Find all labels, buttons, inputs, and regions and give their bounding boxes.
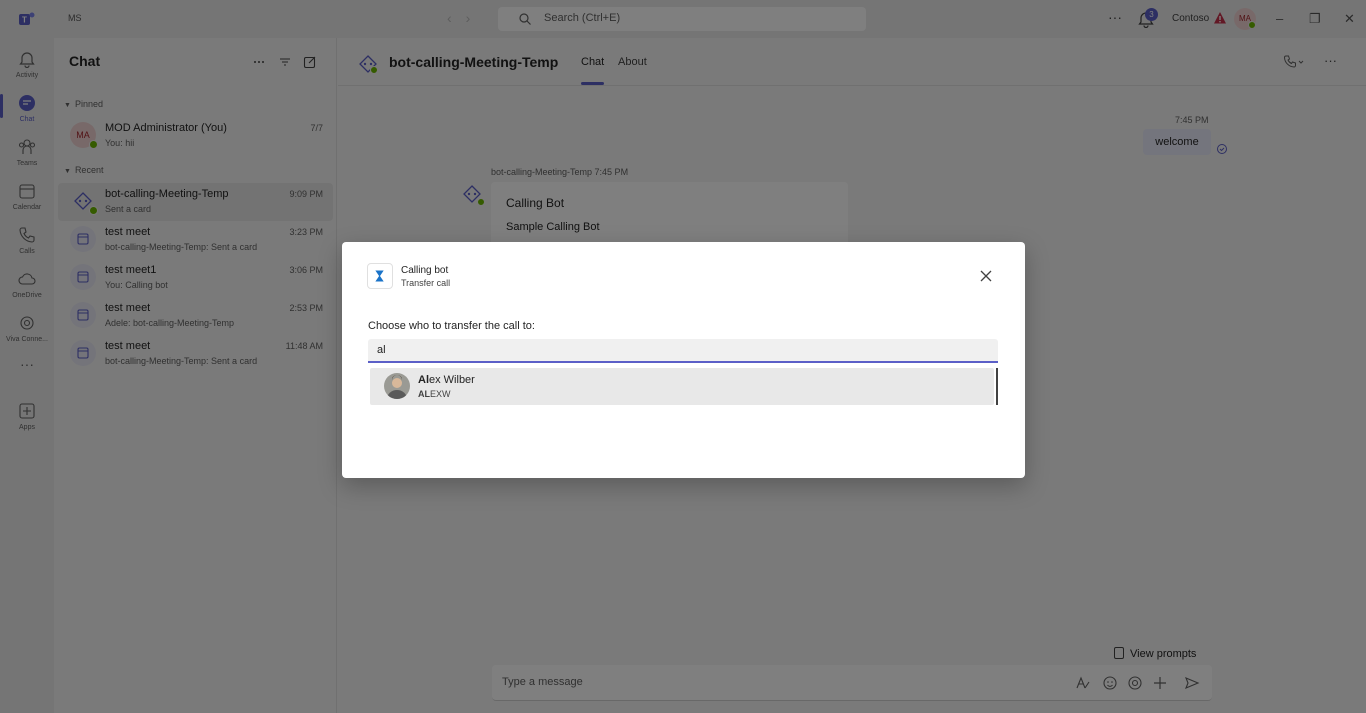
avatar — [384, 373, 410, 399]
suggestion-name: Alex Wilber — [418, 374, 475, 386]
suggestion-item-alex-wilber[interactable]: Alex Wilber ALEXW — [370, 368, 994, 405]
dialog-app-name: Calling bot — [401, 265, 449, 276]
transfer-call-dialog: Calling bot Transfer call Choose who to … — [342, 242, 1025, 478]
transfer-prompt-label: Choose who to transfer the call to: — [368, 320, 535, 332]
close-icon[interactable] — [979, 269, 993, 283]
dialog-subtitle: Transfer call — [401, 278, 451, 288]
scrollbar[interactable] — [996, 368, 998, 405]
suggestion-alias: ALEXW — [418, 389, 451, 399]
calling-bot-app-icon — [367, 263, 393, 289]
transfer-search-input[interactable] — [368, 339, 998, 363]
